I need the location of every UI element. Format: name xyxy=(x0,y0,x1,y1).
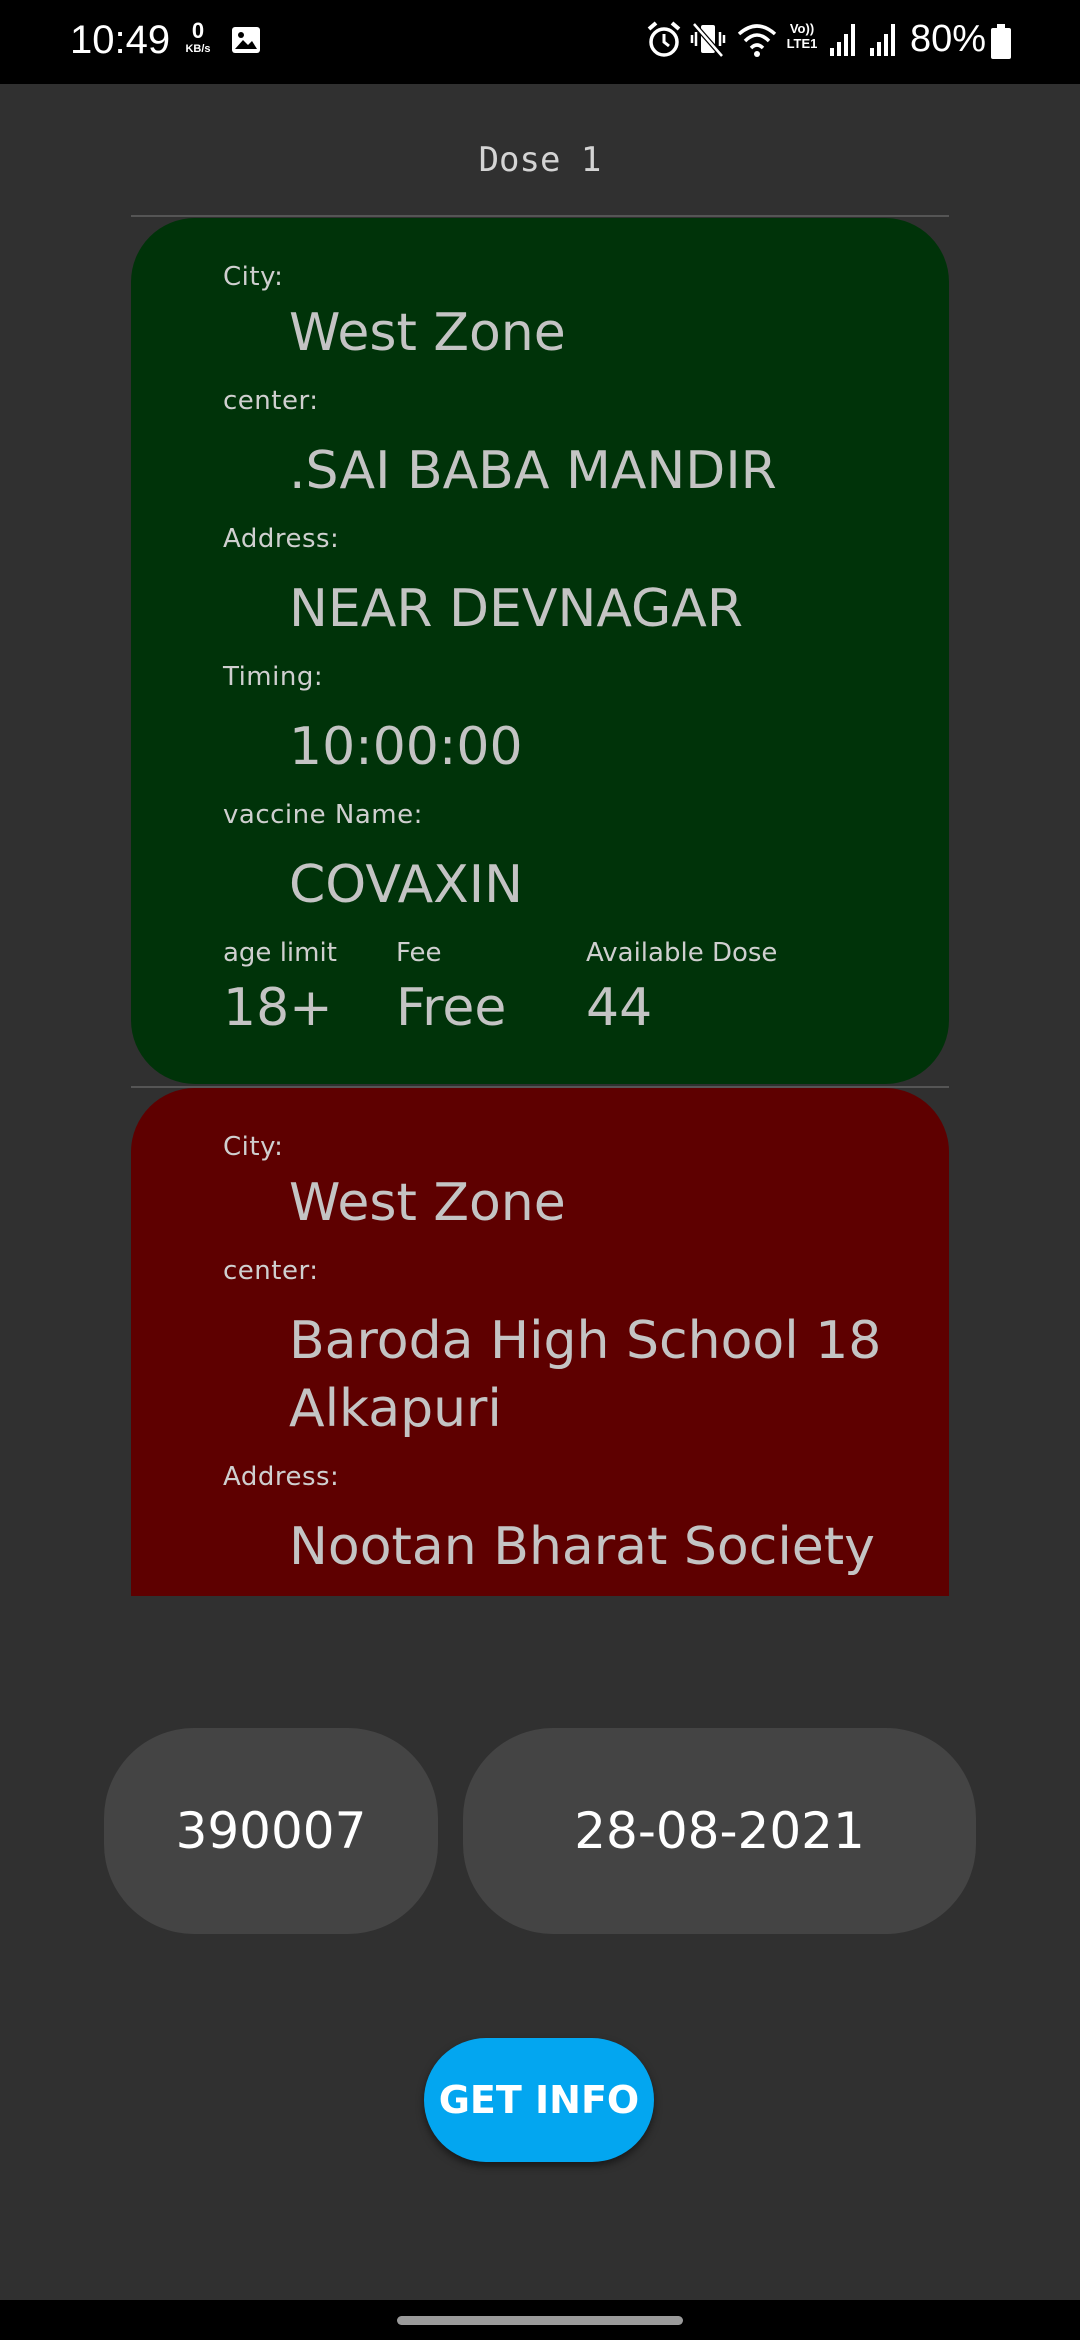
net-speed: 0 KB/s xyxy=(178,20,218,55)
battery-percent: 80% xyxy=(910,18,987,60)
available-dose-label: Available Dose xyxy=(586,938,778,968)
center-value: .SAI BABA MANDIR xyxy=(289,441,777,501)
alarm-icon xyxy=(647,21,681,57)
timing-label: Timing: xyxy=(223,662,324,692)
screen: 10:49 0 KB/s Vo)) LTE1 80% Dose 1 City: … xyxy=(0,0,1080,2340)
center-list[interactable]: City: West Zone center: .SAI BABA MANDIR… xyxy=(131,218,949,1596)
address-value: NEAR DEVNAGAR xyxy=(289,579,744,639)
pincode-field[interactable]: 390007 xyxy=(104,1728,438,1934)
age-limit-value: 18+ xyxy=(223,978,333,1038)
battery-icon xyxy=(990,24,1012,64)
get-info-button[interactable]: GET INFO xyxy=(424,2038,654,2162)
wifi-icon xyxy=(737,24,777,57)
center-label: center: xyxy=(223,1256,319,1286)
image-icon xyxy=(230,24,262,60)
city-label: City: xyxy=(223,1132,284,1162)
center-value-line1: Baroda High School 18 xyxy=(289,1311,882,1371)
status-bar: 10:49 0 KB/s Vo)) LTE1 80% xyxy=(0,0,1080,84)
vibrate-icon xyxy=(690,22,726,58)
date-field[interactable]: 28-08-2021 xyxy=(463,1728,976,1934)
status-time: 10:49 xyxy=(70,18,171,62)
address-value: Nootan Bharat Society xyxy=(289,1517,875,1577)
vaccine-label: vaccine Name: xyxy=(223,800,423,830)
fee-label: Fee xyxy=(396,938,442,968)
center-card[interactable]: City: West Zone center: .SAI BABA MANDIR… xyxy=(131,218,949,1084)
volte-line1: Vo)) xyxy=(789,21,815,36)
city-value: West Zone xyxy=(289,1173,566,1233)
center-value-line2: Alkapuri xyxy=(289,1379,502,1439)
vaccine-value: COVAXIN xyxy=(289,855,523,915)
net-speed-unit: KB/s xyxy=(185,43,211,55)
address-label: Address: xyxy=(223,524,340,554)
net-speed-value: 0 xyxy=(191,18,205,43)
volte-indicator: Vo)) LTE1 xyxy=(782,21,822,52)
home-indicator[interactable] xyxy=(397,2316,683,2325)
available-dose-value: 44 xyxy=(586,978,653,1038)
dose-title: Dose 1 xyxy=(478,140,602,180)
city-value: West Zone xyxy=(289,303,566,363)
signal-icon xyxy=(830,24,855,56)
age-limit-label: age limit xyxy=(223,938,337,968)
address-label: Address: xyxy=(223,1462,340,1492)
fee-value: Free xyxy=(396,978,507,1038)
timing-value: 10:00:00 xyxy=(289,717,523,777)
signal-icon xyxy=(870,24,895,56)
center-label: center: xyxy=(223,386,319,416)
center-card[interactable]: City: West Zone center: Baroda High Scho… xyxy=(131,1088,949,1596)
divider xyxy=(131,215,949,217)
city-label: City: xyxy=(223,262,284,292)
volte-line2: LTE1 xyxy=(786,35,818,51)
